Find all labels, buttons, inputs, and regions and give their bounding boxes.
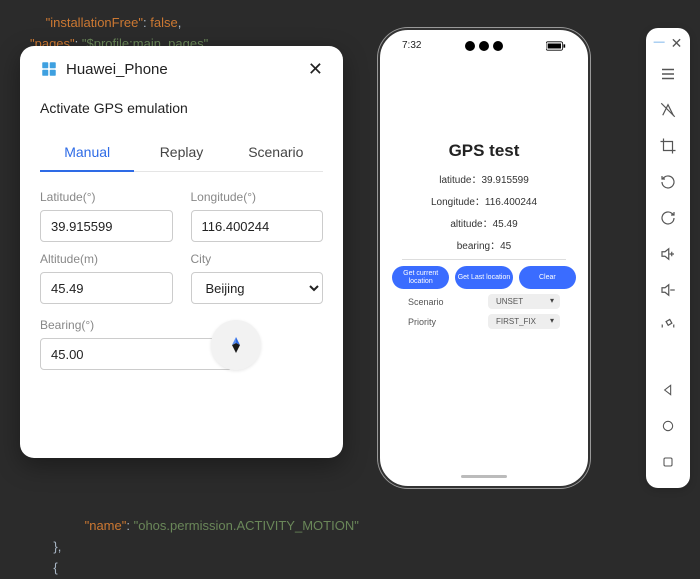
altitude-label: Altitude(m): [40, 252, 173, 266]
tab-replay[interactable]: Replay: [134, 134, 228, 172]
minimize-icon[interactable]: —: [654, 37, 665, 51]
recents-icon[interactable]: [646, 444, 690, 480]
latitude-input[interactable]: [40, 210, 173, 242]
longitude-label: Longitude(°): [191, 190, 324, 204]
gps-lon: Longitude：116.400244: [380, 193, 588, 208]
battery-icon: [546, 41, 566, 51]
tabs: Manual Replay Scenario: [40, 134, 323, 172]
get-last-button[interactable]: Get Last location: [455, 266, 512, 289]
compass-icon[interactable]: [211, 320, 261, 370]
notch: [465, 41, 503, 51]
tab-manual[interactable]: Manual: [40, 134, 134, 172]
get-current-button[interactable]: Get current location: [392, 266, 449, 289]
rotate-cw-icon[interactable]: [646, 200, 690, 236]
device-icon: [40, 60, 58, 78]
scenario-select[interactable]: UNSET: [488, 294, 560, 309]
status-time: 7:32: [402, 40, 421, 51]
shake-icon[interactable]: [646, 308, 690, 344]
back-icon[interactable]: [646, 372, 690, 408]
modal-subtitle: Activate GPS emulation: [40, 100, 323, 116]
clear-button[interactable]: Clear: [519, 266, 576, 289]
city-label: City: [191, 252, 324, 266]
priority-select[interactable]: FIRST_FIX: [488, 314, 560, 329]
volume-up-icon[interactable]: [646, 236, 690, 272]
modal-title: Huawei_Phone: [66, 61, 168, 78]
close-icon[interactable]: ✕: [308, 60, 323, 78]
altitude-input[interactable]: [40, 272, 173, 304]
close-emulator-icon[interactable]: ✕: [671, 36, 683, 50]
home-icon[interactable]: [646, 408, 690, 444]
home-indicator: [461, 475, 507, 478]
gps-bearing: bearing：45: [380, 237, 588, 252]
menu-icon[interactable]: [646, 56, 690, 92]
gps-lat: latitude：39.915599: [380, 171, 588, 186]
priority-label: Priority: [408, 317, 436, 327]
no-location-icon[interactable]: [646, 92, 690, 128]
tab-scenario[interactable]: Scenario: [229, 134, 323, 172]
app-title: GPS test: [380, 141, 588, 161]
latitude-label: Latitude(°): [40, 190, 173, 204]
rotate-ccw-icon[interactable]: [646, 164, 690, 200]
device-preview: 7:32 GPS test latitude：39.915599 Longitu…: [378, 28, 590, 488]
gps-alt: altitude：45.49: [380, 215, 588, 230]
crop-icon[interactable]: [646, 128, 690, 164]
volume-down-icon[interactable]: [646, 272, 690, 308]
city-select[interactable]: Beijing: [191, 272, 324, 304]
longitude-input[interactable]: [191, 210, 324, 242]
scenario-label: Scenario: [408, 297, 444, 307]
gps-emulation-modal: Huawei_Phone ✕ Activate GPS emulation Ma…: [20, 46, 343, 458]
emulator-toolbar: — ✕: [646, 28, 690, 488]
